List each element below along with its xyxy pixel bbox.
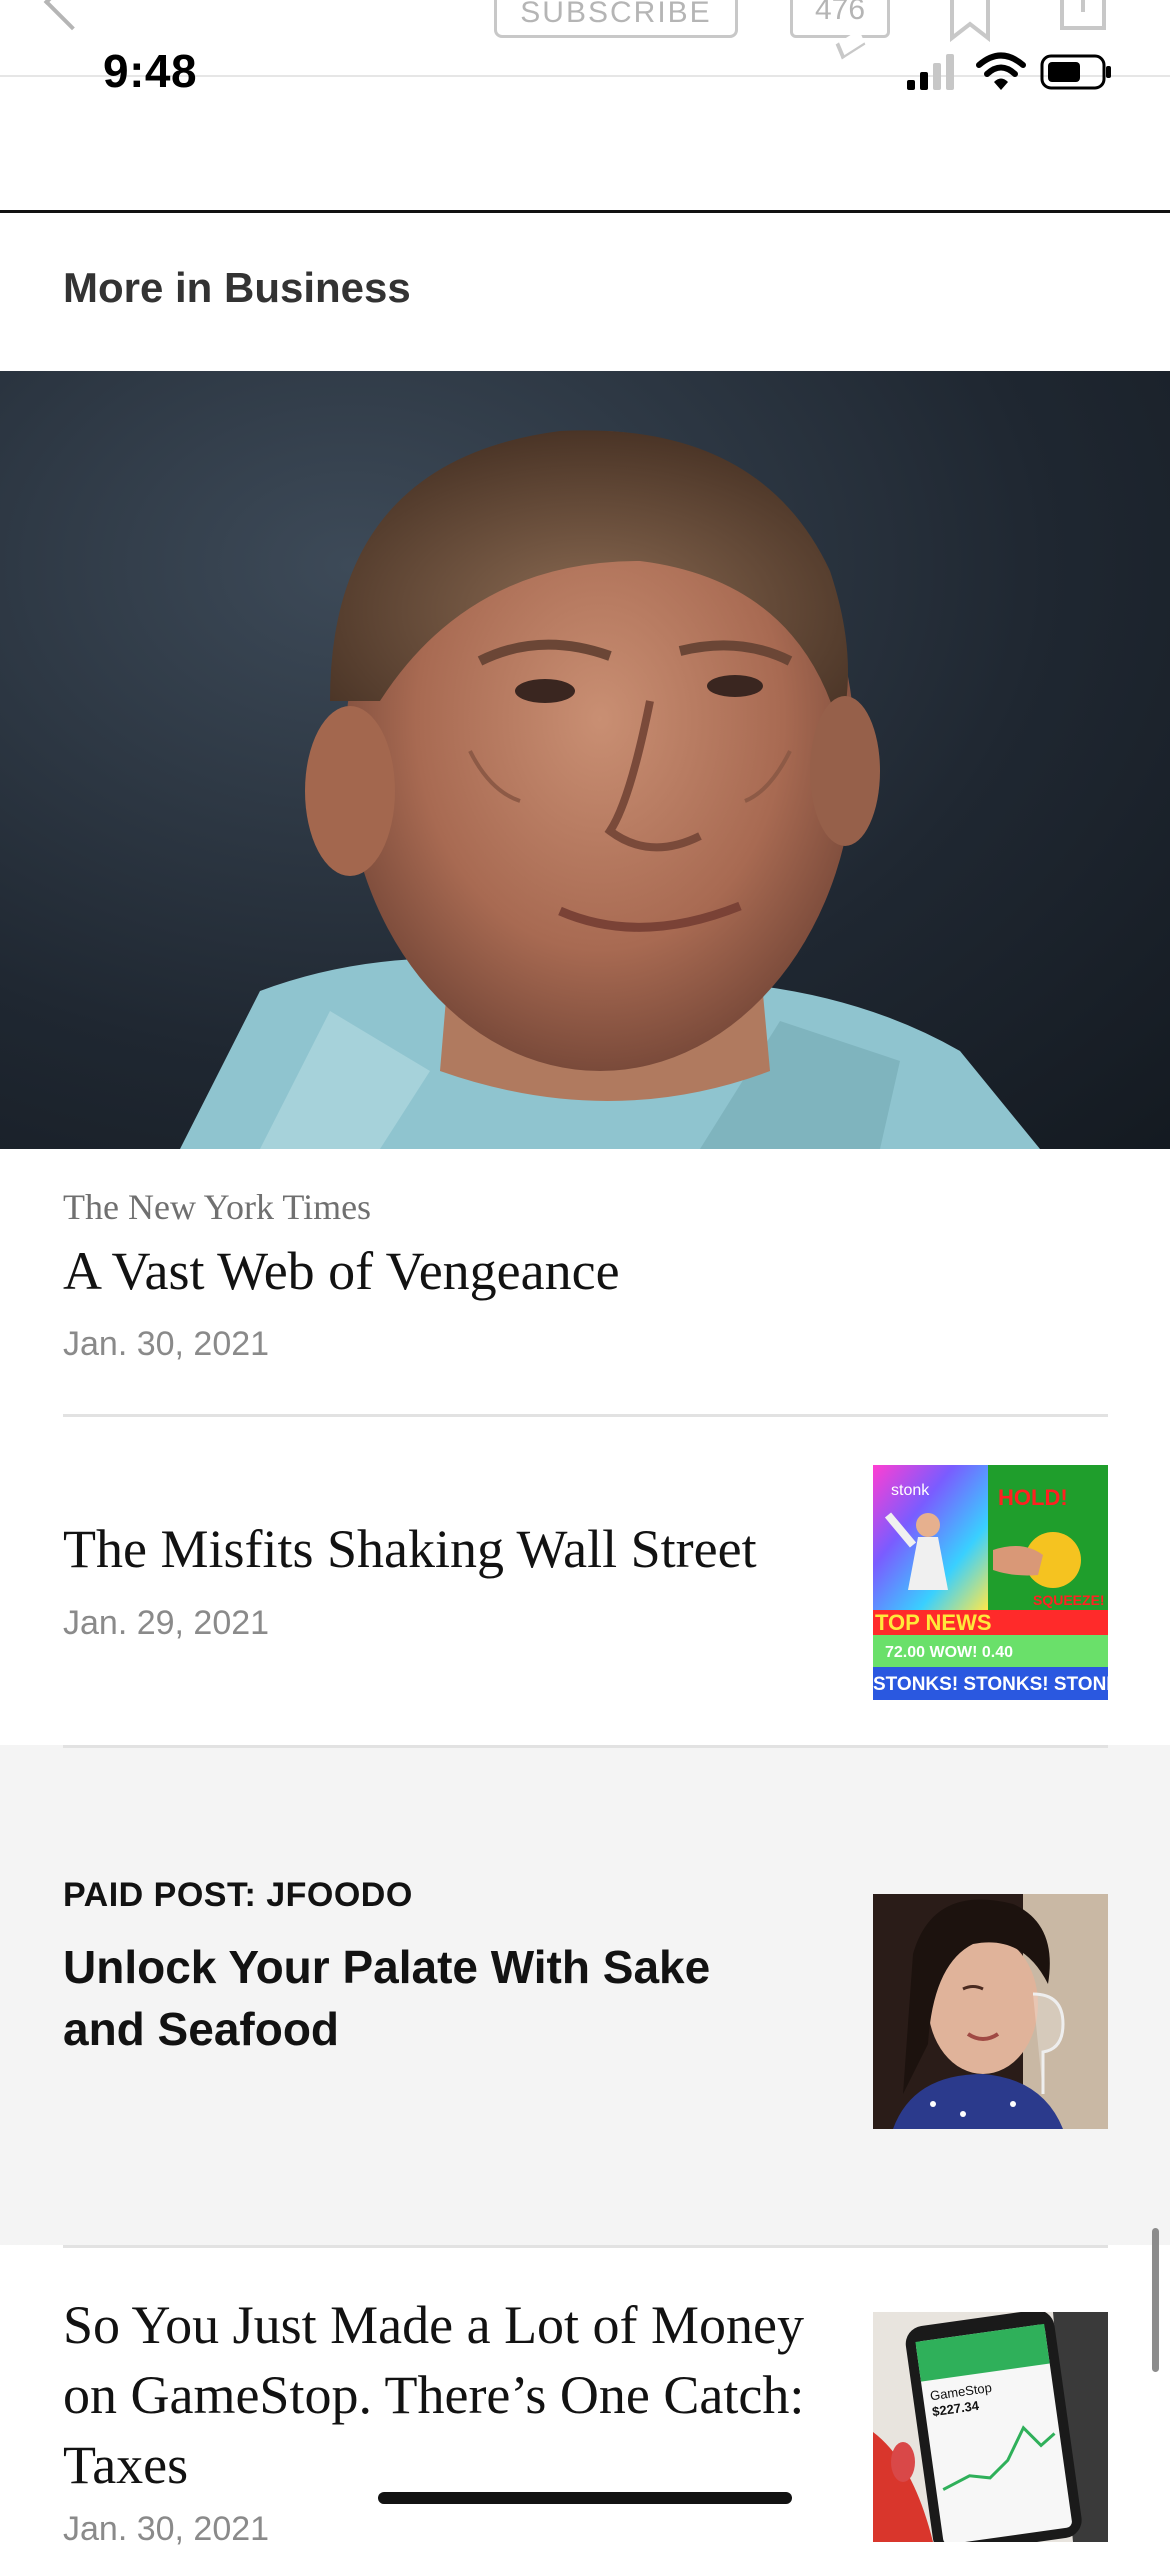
section-divider	[0, 210, 1170, 213]
cellular-signal-icon	[907, 54, 954, 90]
list-divider	[63, 1745, 1108, 1748]
status-time: 9:48	[103, 45, 198, 97]
article-thumbnail[interactable]: GameStop $227.34	[873, 2312, 1108, 2542]
home-indicator[interactable]	[378, 2492, 792, 2504]
article-headline[interactable]: So You Just Made a Lot of Money on GameS…	[63, 2290, 823, 2500]
article-date: Jan. 30, 2021	[63, 1325, 270, 1363]
scrollbar[interactable]	[1152, 2228, 1159, 2372]
article-source: The New York Times	[63, 1187, 372, 1227]
thumb-text-ticker: 72.00 WOW! 0.40	[885, 1644, 1013, 1661]
list-divider	[63, 1414, 1108, 1417]
article-thumbnail[interactable]: stonk HOLD! SQUEEZE! TOP NEWS 72.00 WOW!…	[873, 1465, 1108, 1700]
share-icon[interactable]	[1058, 0, 1108, 40]
wifi-icon	[976, 52, 1026, 90]
paid-post-title[interactable]: Unlock Your Palate With Sake and Seafood	[63, 1936, 763, 2060]
article-date: Jan. 29, 2021	[63, 1604, 270, 1642]
subscribe-button[interactable]: SUBSCRIBE	[494, 0, 738, 38]
section-title: More in Business	[63, 264, 411, 311]
paid-post-thumbnail[interactable]	[873, 1894, 1108, 2129]
thumb-text-stonk: stonk	[891, 1482, 930, 1499]
thumb-text-squeeze: SQUEEZE!	[1033, 1592, 1105, 1608]
portrait-photo	[180, 430, 1040, 1149]
bookmark-icon[interactable]	[946, 0, 994, 42]
article-date: Jan. 30, 2021	[63, 2510, 270, 2548]
thumb-text-top-news: TOP NEWS	[875, 1610, 992, 1635]
thumb-text-stonks: STONKS! STONKS! STONK	[873, 1674, 1108, 1695]
thumb-text-hold: HOLD!	[998, 1485, 1068, 1510]
hero-article-image[interactable]	[0, 371, 1170, 1149]
phone-stock-chart-image: GameStop $227.34	[873, 2312, 1108, 2542]
battery-icon	[1040, 54, 1111, 90]
woman-with-glass-image	[873, 1894, 1108, 2129]
article-headline[interactable]: A Vast Web of Vengeance	[63, 1240, 620, 1302]
article-headline[interactable]: The Misfits Shaking Wall Street	[63, 1518, 757, 1580]
comments-button[interactable]: 476	[790, 0, 890, 38]
paid-post-label: PAID POST: JFOODO	[63, 1876, 413, 1914]
list-divider	[63, 2245, 1108, 2248]
stonks-collage-image: stonk HOLD! SQUEEZE! TOP NEWS 72.00 WOW!…	[873, 1465, 1108, 1700]
